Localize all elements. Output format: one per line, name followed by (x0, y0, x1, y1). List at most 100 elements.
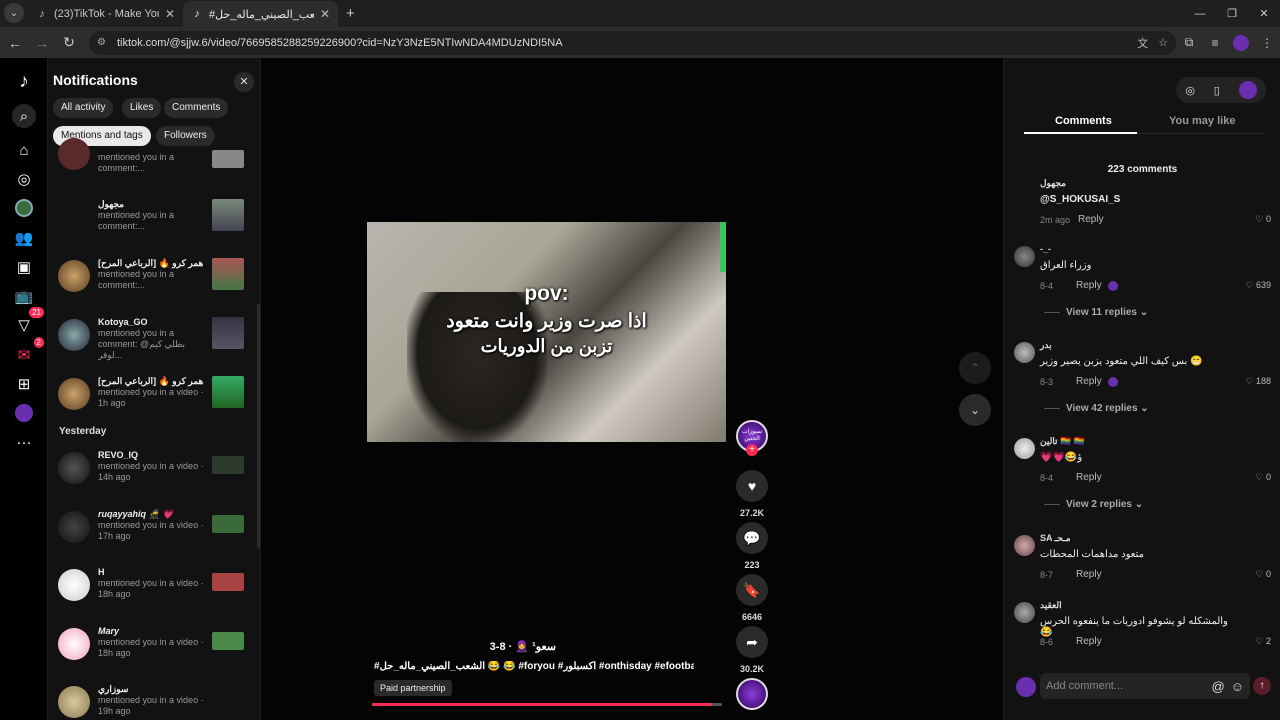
next-video-button[interactable]: ⌄ (959, 394, 991, 426)
notification-item[interactable]: [الرباعي المرح] 🔥 همر كرو ... mentioned … (48, 374, 258, 424)
video-thumbnail[interactable] (212, 150, 244, 168)
close-icon[interactable]: ✕ (234, 72, 254, 92)
video-thumbnail[interactable] (212, 573, 244, 591)
notification-item[interactable]: Mary mentioned you in a video · 18h ago (48, 624, 258, 674)
extensions-icon[interactable]: ⧉ (1176, 35, 1202, 50)
forward-icon[interactable]: → (30, 35, 54, 51)
chip-comments[interactable]: Comments (164, 98, 229, 118)
activity-icon[interactable]: ▽ 21 (12, 307, 44, 337)
comment-like[interactable]: ♡ 0 (1255, 569, 1271, 580)
comment-user[interactable]: SA مـحـ (1040, 533, 1071, 544)
notification-item[interactable]: mentioned you in a comment:... (48, 138, 258, 202)
media-icon[interactable]: ≡ (1202, 36, 1228, 50)
notification-item[interactable]: [الرباعي المرح] 🔥 همر كرو ... mentioned … (48, 256, 258, 306)
video-thumbnail[interactable] (212, 317, 244, 349)
minimize-icon[interactable]: — (1184, 0, 1216, 27)
comment-like[interactable]: ♡ 2 (1255, 636, 1271, 647)
comment-user[interactable]: العقيد (1040, 600, 1062, 611)
explore-icon[interactable]: ◎ (12, 167, 36, 191)
comment-like[interactable]: ♡ 639 (1245, 280, 1271, 291)
reload-icon[interactable]: ↻ (57, 34, 81, 51)
profile-avatar[interactable] (1238, 81, 1257, 99)
tab-you-may-like[interactable]: You may like (1169, 115, 1235, 127)
address-bar[interactable]: ⚙ tiktok.com/@sjjw.6/video/7669585288259… (88, 30, 1177, 55)
comment-like[interactable]: ♡ 188 (1245, 376, 1271, 387)
translate-icon[interactable]: 文 (1137, 35, 1148, 51)
reply-button[interactable]: Reply (1076, 636, 1102, 647)
friends-icon[interactable]: 👥 (12, 226, 36, 250)
video-frame[interactable]: pov: اذا صرت وزير وانت متعود تزبن من الد… (367, 222, 726, 442)
tv-icon[interactable]: 📺 (12, 284, 36, 308)
previous-video-button[interactable]: ⌃ (959, 352, 991, 384)
video-thumbnail[interactable] (212, 258, 244, 290)
compass-icon[interactable]: ◎ (1185, 84, 1195, 97)
reply-button[interactable]: Reply (1076, 376, 1102, 387)
send-arrow-icon[interactable]: ↑ (1253, 677, 1271, 695)
home-icon[interactable]: ⌂ (12, 138, 36, 162)
profile-icon[interactable] (12, 401, 36, 425)
avatar[interactable] (1014, 342, 1035, 363)
search-icon[interactable]: ⌕ (12, 104, 36, 128)
view-replies-button[interactable]: View 42 replies ⌄ (1044, 403, 1149, 414)
new-tab-button[interactable]: + (346, 5, 355, 22)
following-avatar[interactable] (12, 196, 36, 220)
sound-avatar[interactable] (736, 678, 768, 710)
notification-item[interactable]: H mentioned you in a video · 18h ago (48, 565, 258, 615)
comment-button[interactable]: 💬 223 (736, 522, 768, 570)
reply-button[interactable]: Reply (1076, 472, 1102, 483)
avatar[interactable] (1014, 602, 1035, 623)
live-icon[interactable]: ▣ (12, 255, 36, 279)
emoji-icon[interactable]: ☺ (1231, 679, 1244, 694)
view-replies-button[interactable]: View 2 replies ⌄ (1044, 499, 1143, 510)
video-thumbnail[interactable] (212, 376, 244, 408)
video-author[interactable]: سعو¹ 🧕 · 8-3 (376, 640, 556, 653)
chip-followers[interactable]: Followers (156, 126, 215, 146)
like-button[interactable]: ♥ 27.2K (736, 470, 768, 518)
comment-like[interactable]: ♡ 0 (1255, 214, 1271, 225)
view-replies-button[interactable]: View 11 replies ⌄ (1044, 307, 1148, 318)
mention-icon[interactable]: @ (1212, 679, 1225, 694)
notification-item[interactable]: REVO_IQ mentioned you in a video · 14h a… (48, 448, 258, 498)
follow-plus-icon[interactable]: + (746, 444, 758, 456)
comment-like[interactable]: ♡ 0 (1255, 472, 1271, 483)
notification-item[interactable]: ruqayyahiq 🥷 💗 mentioned you in a video … (48, 507, 258, 557)
notification-item[interactable]: سوزاري mentioned you in a video · 19h ag… (48, 682, 258, 720)
menu-icon[interactable]: ⋮ (1254, 36, 1280, 50)
video-caption[interactable]: #الشعب_الصيني_ماله_حل 😂 😂 #foryou #اكسبل… (374, 661, 694, 672)
video-progress-bar[interactable] (372, 703, 722, 706)
back-icon[interactable]: ← (3, 35, 27, 51)
close-window-icon[interactable]: ✕ (1248, 0, 1280, 27)
upload-icon[interactable]: ⊞ (12, 372, 36, 396)
avatar[interactable] (1014, 438, 1035, 459)
tab-search-button[interactable]: ⌄ (4, 3, 24, 23)
comment-user[interactable]: مجهول (1040, 178, 1066, 189)
tab-comments[interactable]: Comments (1055, 115, 1112, 127)
profile-avatar[interactable] (1233, 34, 1250, 51)
avatar[interactable] (1014, 246, 1035, 267)
browser-tab-2[interactable]: ♪ #الشعب_الصيني_ماله_حل 😂 ... ✕ (183, 1, 338, 27)
browser-tab-1[interactable]: ♪ (23)TikTok - Make Your Day ✕ (28, 1, 183, 27)
restore-icon[interactable]: ❐ (1216, 0, 1248, 27)
bookmark-star-icon[interactable]: ☆ (1158, 36, 1168, 49)
share-button[interactable]: ➦ 30.2K (736, 626, 768, 674)
messages-icon[interactable]: ✉ 2 (12, 337, 44, 367)
chip-all-activity[interactable]: All activity (53, 98, 114, 118)
site-info-icon[interactable]: ⚙ (97, 37, 111, 48)
video-thumbnail[interactable] (212, 456, 244, 474)
comment-user[interactable]: -_- (1040, 244, 1051, 254)
close-icon[interactable]: ✕ (320, 7, 330, 21)
reply-button[interactable]: Reply (1078, 214, 1104, 225)
creator-avatar[interactable]: سيوزات الحنين + (736, 420, 768, 456)
reply-button[interactable]: Reply (1076, 569, 1102, 580)
notification-item[interactable]: مجهول mentioned you in a comment:... (48, 197, 258, 247)
more-icon[interactable]: ··· (12, 430, 36, 454)
reply-button[interactable]: Reply (1076, 280, 1102, 291)
comment-input[interactable]: Add comment... @ ☺ (1040, 673, 1250, 699)
video-thumbnail[interactable] (212, 515, 244, 533)
notification-item[interactable]: Kotoya_GO mentioned you in a comment: @ب… (48, 315, 258, 365)
save-button[interactable]: 🔖 6646 (736, 574, 768, 622)
scrollbar[interactable] (257, 304, 260, 549)
video-thumbnail[interactable] (212, 199, 244, 231)
comment-user[interactable]: بدر (1040, 340, 1052, 351)
tiktok-logo-icon[interactable]: ♪ (12, 70, 36, 94)
